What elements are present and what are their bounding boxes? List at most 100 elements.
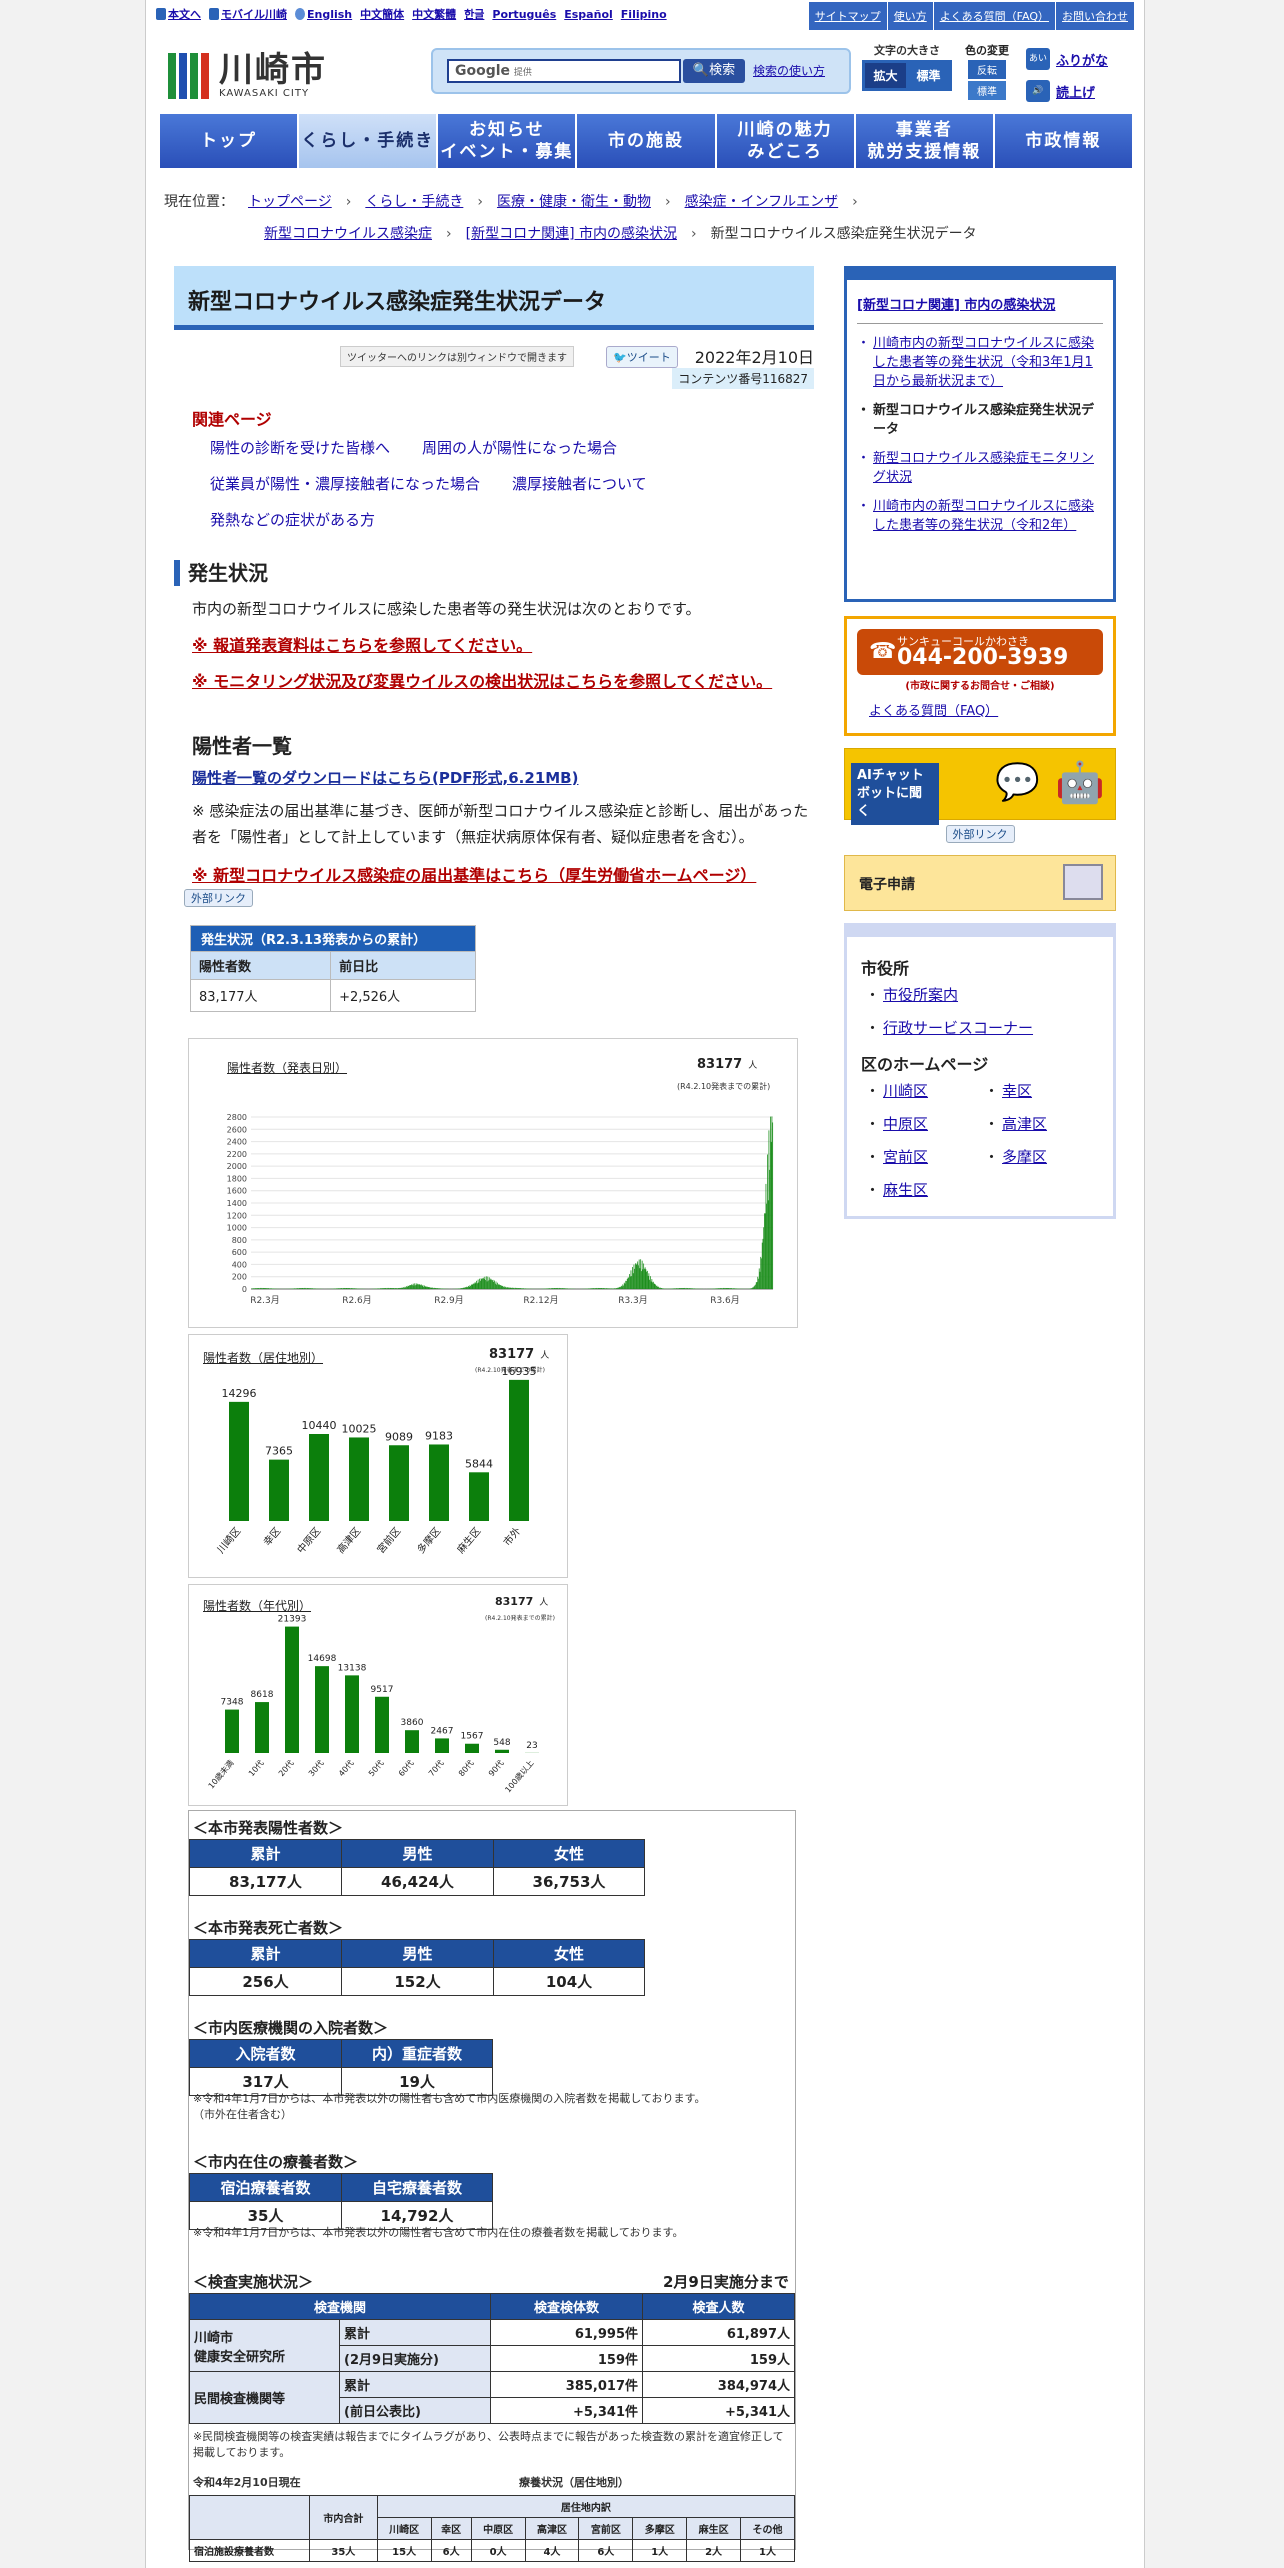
sidebar: [新型コロナ関連] 市内の感染状況 川崎市内の新型コロナウイルスに感染した患者等… (844, 266, 1116, 1219)
press-release-link[interactable]: ※ 報道発表資料はこちらを参照してください。 (174, 634, 814, 658)
y-tick-label: 0 (242, 1285, 247, 1294)
bar (469, 1285, 471, 1289)
mhlw-criteria-link[interactable]: ※ 新型コロナウイルス感染症の届出基準はこちら（厚生労働省ホームページ） (174, 864, 814, 888)
ward-link[interactable]: 多摩区 (980, 1141, 1099, 1174)
bar (722, 1288, 724, 1289)
lang-fil[interactable]: Filipino (621, 8, 667, 21)
bar (482, 1277, 484, 1289)
data-label: 14296 (222, 1387, 257, 1400)
bar (414, 1283, 416, 1289)
pdf-download-link[interactable]: 陽性者一覧のダウンロードはこちら(PDF形式,6.21MB) (174, 767, 814, 788)
related-link[interactable]: 濃厚接触者について (512, 466, 647, 502)
bar (378, 1288, 380, 1289)
nav-living[interactable]: くらし・手続き (299, 114, 437, 168)
usage-link[interactable]: 使い方 (886, 2, 933, 30)
related-link[interactable]: 発熱などの症状がある方 (210, 502, 375, 538)
search-button[interactable]: 🔍検索 (683, 59, 745, 83)
nav-business[interactable]: 事業者 就労支援情報 (855, 114, 993, 168)
faq-link[interactable]: よくある質問（FAQ） (932, 2, 1055, 30)
read-aloud-button[interactable]: 🔊 読上げ (1026, 80, 1108, 102)
bar (623, 1282, 625, 1289)
breadcrumb-link[interactable]: トップページ (248, 186, 332, 218)
bar (464, 1287, 466, 1289)
bar (676, 1288, 678, 1289)
bar (690, 1288, 692, 1289)
e-application-banner[interactable]: 電子申請 (844, 855, 1116, 911)
bar (262, 1287, 264, 1289)
breadcrumb-link[interactable]: くらし・手続き (365, 186, 463, 218)
bar (612, 1288, 614, 1289)
lang-ko[interactable]: 한글 (464, 6, 484, 22)
sidebar-item[interactable]: 新型コロナウイルス感染症モニタリング状況 (857, 449, 1103, 487)
lang-zh-tw[interactable]: 中文繁體 (412, 6, 456, 22)
service-corner-link[interactable]: 行政サービスコーナー (861, 1012, 1099, 1045)
tweet-button[interactable]: 🐦ツイート (606, 346, 678, 368)
font-enlarge-button[interactable]: 拡大 (865, 63, 906, 88)
nav-facilities[interactable]: 市の施設 (577, 114, 715, 168)
ward-link[interactable]: 中原区 (861, 1108, 980, 1141)
color-standard-button[interactable]: 標準 (968, 81, 1006, 100)
bar (380, 1288, 381, 1289)
related-link[interactable]: 周囲の人が陽性になった場合 (422, 430, 617, 466)
ward-link[interactable]: 川崎区 (861, 1075, 980, 1108)
furigana-button[interactable]: あいうふりがな (1026, 48, 1108, 86)
color-invert-button[interactable]: 反転 (968, 60, 1006, 79)
breadcrumb-link[interactable]: 医療・健康・衛生・動物 (497, 186, 651, 218)
font-size-control: 文字の大きさ 拡大 標準 (862, 42, 952, 91)
bar (309, 1288, 311, 1289)
mobile-link[interactable]: モバイル川崎 (209, 6, 287, 22)
bar (672, 1288, 674, 1289)
nav-city-info[interactable]: 市政情報 (994, 114, 1132, 168)
sitemap-link[interactable]: サイトマップ (807, 2, 887, 30)
nav-attractions[interactable]: 川崎の魅力 みどころ (716, 114, 854, 168)
bar (382, 1288, 384, 1289)
bar (636, 1263, 638, 1289)
lang-english[interactable]: English (295, 7, 352, 21)
bar (687, 1288, 689, 1289)
bar (729, 1288, 731, 1289)
related-link[interactable]: 陽性の診断を受けた皆様へ (210, 430, 390, 466)
lang-zh-cn[interactable]: 中文簡体 (360, 6, 404, 22)
call-center-banner[interactable]: ☎ サンキューコールかわさき 044-200-3939 (857, 629, 1103, 675)
sidebar-title-link[interactable]: [新型コロナ関連] 市内の感染状況 (857, 294, 1103, 324)
bar (305, 1287, 307, 1289)
search-help-link[interactable]: 検索の使い方 (753, 62, 825, 79)
faq-sidebar-link[interactable]: よくある質問（FAQ） (857, 700, 1103, 719)
bar (767, 1200, 769, 1289)
skip-to-content-link[interactable]: 本文へ (156, 6, 201, 22)
ward-link[interactable]: 高津区 (980, 1108, 1099, 1141)
sidebar-item[interactable]: 川崎市内の新型コロナウイルスに感染した患者等の発生状況（令和3年1月1日から最新… (857, 334, 1103, 391)
breadcrumb-link[interactable]: [新型コロナ関連] 市内の感染状況 (466, 218, 677, 250)
ward-link[interactable]: 麻生区 (861, 1174, 980, 1207)
bar (459, 1288, 461, 1289)
monitoring-link[interactable]: ※ モニタリング状況及び変異ウイルスの検出状況はこちらを参照してください。 (174, 670, 814, 694)
nav-top[interactable]: トップ (160, 114, 298, 168)
bar (545, 1288, 547, 1289)
ward-link[interactable]: 幸区 (980, 1075, 1099, 1108)
sidebar-item[interactable]: 川崎市内の新型コロナウイルスに感染した患者等の発生状況（令和2年） (857, 497, 1103, 535)
related-link[interactable]: 従業員が陽性・濃厚接触者になった場合 (210, 466, 480, 502)
bar (648, 1273, 650, 1289)
lang-pt[interactable]: Português (492, 8, 556, 21)
nav-news[interactable]: お知らせ イベント・募集 (438, 114, 576, 168)
section-heading-status: 発生状況 (174, 560, 814, 586)
bar (553, 1288, 554, 1289)
bar (591, 1288, 592, 1289)
font-standard-button[interactable]: 標準 (908, 63, 949, 88)
bar (754, 1285, 756, 1289)
bar (726, 1288, 728, 1289)
ai-chatbot-banner[interactable]: AIチャット ボットに聞く 🤖 💬 (844, 748, 1116, 825)
bar (673, 1288, 675, 1289)
bar (349, 1287, 351, 1289)
city-hall-link[interactable]: 市役所案内 (861, 979, 1099, 1012)
search-input[interactable]: Google 提供 (447, 59, 681, 83)
bar (344, 1287, 346, 1289)
breadcrumb-link[interactable]: 新型コロナウイルス感染症 (264, 218, 432, 250)
ward-link[interactable]: 宮前区 (861, 1141, 980, 1174)
lang-es[interactable]: Español (564, 8, 613, 21)
bar (643, 1268, 645, 1289)
breadcrumb-link[interactable]: 感染症・インフルエンザ (685, 186, 839, 218)
city-logo[interactable]: 川崎市 KAWASAKI CITY (168, 52, 327, 99)
contact-link[interactable]: お問い合わせ (1055, 2, 1134, 30)
bar (405, 1287, 407, 1289)
